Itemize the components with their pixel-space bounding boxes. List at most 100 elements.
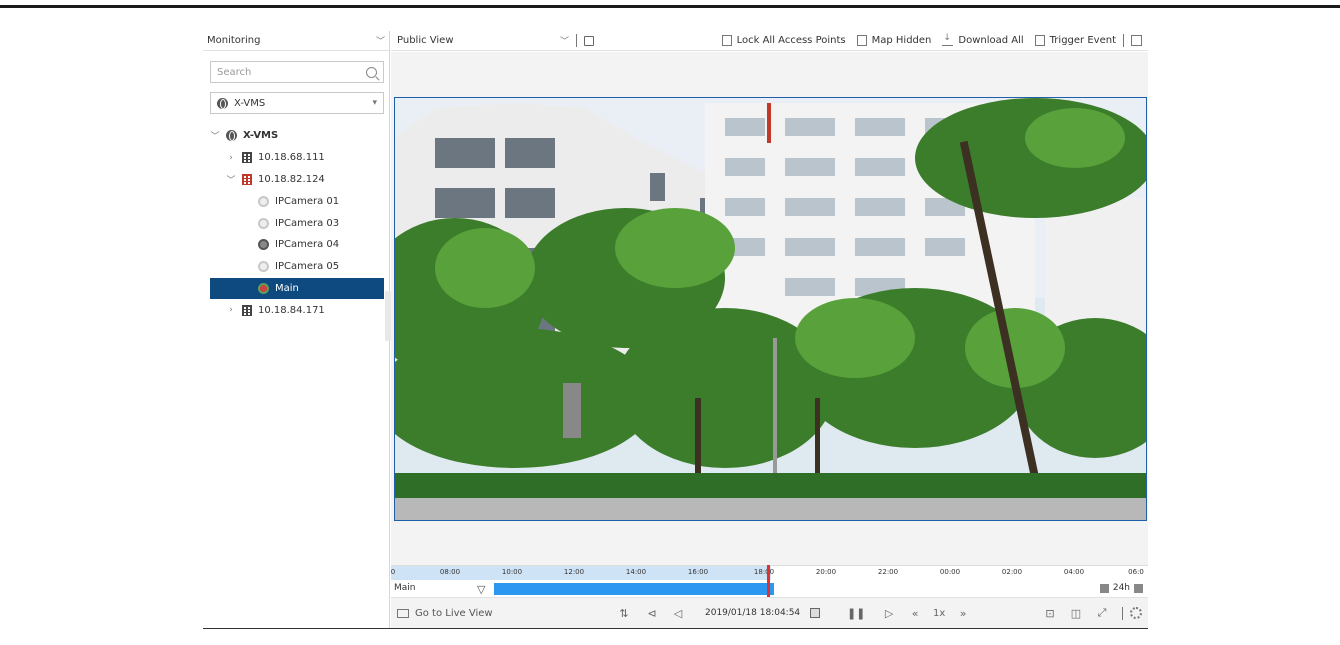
- timeline-tick: 12:00: [563, 568, 585, 576]
- playhead-cursor[interactable]: [767, 565, 770, 597]
- site-selector-label: X-VMS: [234, 97, 266, 109]
- tree-item-x-vms[interactable]: ﹀ X-VMS: [210, 125, 384, 147]
- divider: [576, 34, 577, 47]
- collapse-chevron-icon[interactable]: ﹀: [226, 173, 236, 186]
- tree-item-camera[interactable]: IPCamera 03: [210, 212, 384, 234]
- trigger-event-button[interactable]: Trigger Event: [1034, 35, 1116, 46]
- zoom-in-icon[interactable]: [1134, 583, 1143, 593]
- previous-frame-icon[interactable]: ⊲: [639, 607, 665, 620]
- site-selector[interactable]: X-VMS ▾: [210, 92, 384, 114]
- module-label: Monitoring: [207, 35, 261, 46]
- timeline-tick: 04:00: [1063, 568, 1085, 576]
- fullscreen-icon[interactable]: ⤢: [1089, 606, 1115, 620]
- download-icon: [942, 33, 954, 46]
- map-icon: [856, 35, 867, 46]
- dropdown-arrow-icon: ▾: [372, 98, 377, 108]
- track-camera-label: Main: [394, 583, 416, 593]
- tree-item-label: IPCamera 01: [275, 195, 340, 207]
- expand-chevron-icon[interactable]: ›: [226, 153, 236, 163]
- tree-item-label: IPCamera 04: [275, 239, 340, 251]
- camera-offline-icon: [258, 261, 269, 273]
- filter-icon[interactable]: ▽: [477, 583, 485, 596]
- server-icon: [242, 152, 252, 164]
- lock-icon: [721, 35, 732, 46]
- lock-access-points-button[interactable]: Lock All Access Points: [721, 35, 846, 46]
- timeline-tick: 08:00: [439, 568, 461, 576]
- timeline-span-label: 24h: [1112, 583, 1130, 593]
- chevron-down-icon: ﹀: [559, 37, 569, 47]
- search-icon[interactable]: [366, 66, 377, 78]
- tree-item-camera[interactable]: IPCamera 01: [210, 190, 384, 212]
- go-to-live-button[interactable]: Go to Live View: [397, 608, 609, 619]
- camera-online-icon: [258, 239, 269, 251]
- tree-item-camera[interactable]: IPCamera 04: [210, 234, 384, 256]
- timeline[interactable]: 0 08:00 10:00 12:00 14:00 16:00 18:00 20…: [391, 565, 1148, 597]
- timeline-tick: 0: [390, 568, 396, 576]
- server-alert-icon: [242, 173, 252, 185]
- download-all-button[interactable]: Download All: [942, 33, 1024, 46]
- speed-up-icon[interactable]: »: [948, 607, 978, 620]
- timeline-tick: 22:00: [877, 568, 899, 576]
- timeline-tick: 16:00: [687, 568, 709, 576]
- playback-controls: Go to Live View ⇅ ⊲ ◁ 2019/01/18 18:04:5…: [391, 597, 1148, 628]
- collapse-chevron-icon[interactable]: ﹀: [210, 129, 220, 142]
- tree-item-server[interactable]: › 10.18.84.171: [210, 299, 384, 321]
- trigger-event-icon: [1034, 35, 1045, 46]
- tree-item-label: Main: [275, 282, 299, 294]
- view-selector[interactable]: Public View ﹀: [397, 34, 569, 47]
- timeline-tick: 00:00: [939, 568, 961, 576]
- layout-icon[interactable]: ◫: [1063, 607, 1089, 620]
- sync-icon[interactable]: ⇅: [609, 607, 639, 620]
- app-frame: Monitoring ﹀ Search X-VMS ▾ ﹀ X-VMS › 10…: [203, 31, 1148, 629]
- camera-offline-icon: [258, 195, 269, 207]
- live-view-icon: [397, 608, 409, 618]
- top-divider: [0, 5, 1340, 8]
- recording-segment[interactable]: [494, 583, 774, 595]
- pause-icon[interactable]: ❚❚: [834, 607, 878, 620]
- save-icon[interactable]: [584, 35, 594, 46]
- tree-item-server[interactable]: ﹀ 10.18.82.124: [210, 169, 384, 191]
- tree-item-label: 10.18.84.171: [258, 304, 325, 316]
- download-all-label: Download All: [958, 35, 1024, 46]
- lock-access-points-label: Lock All Access Points: [736, 35, 846, 46]
- trigger-event-label: Trigger Event: [1049, 35, 1116, 46]
- tree-item-label: IPCamera 05: [275, 261, 340, 273]
- tree-item-label: 10.18.68.111: [258, 152, 325, 164]
- timeline-tick: 02:00: [1001, 568, 1023, 576]
- tree-item-label: X-VMS: [243, 130, 279, 142]
- map-toggle-label: Map Hidden: [871, 35, 932, 46]
- timeline-tick: 10:00: [501, 568, 523, 576]
- module-selector[interactable]: Monitoring ﹀: [203, 31, 389, 51]
- next-frame-icon[interactable]: ▷: [878, 607, 900, 620]
- search-placeholder: Search: [217, 66, 252, 78]
- map-toggle-button[interactable]: Map Hidden: [856, 35, 932, 46]
- expand-chevron-icon[interactable]: ›: [226, 305, 236, 315]
- view-selector-label: Public View: [397, 35, 454, 46]
- timeline-tick: 06:0: [1128, 568, 1144, 576]
- globe-icon: [226, 130, 237, 142]
- timeline-tick: 20:00: [815, 568, 837, 576]
- tree-item-camera[interactable]: IPCamera 05: [210, 256, 384, 278]
- resource-tree: ﹀ X-VMS › 10.18.68.111 ﹀ 10.18.82.124 IP…: [210, 125, 384, 321]
- tree-item-server[interactable]: › 10.18.68.111: [210, 147, 384, 169]
- server-icon: [242, 304, 252, 316]
- playback-datetime[interactable]: 2019/01/18 18:04:54: [705, 608, 800, 618]
- go-to-live-label: Go to Live View: [415, 607, 493, 619]
- search-input[interactable]: Search: [210, 61, 384, 83]
- globe-icon: [217, 97, 228, 109]
- calendar-icon[interactable]: [810, 608, 821, 618]
- view-toolbar: Public View ﹀ Lock All Access Points Map…: [391, 31, 1148, 51]
- video-tile[interactable]: [394, 97, 1147, 521]
- tree-item-camera-selected[interactable]: Main: [210, 277, 384, 300]
- timeline-span-control: 24h: [1099, 583, 1143, 593]
- external-window-icon[interactable]: [1131, 35, 1142, 46]
- camera-main-icon: [258, 282, 269, 294]
- slow-down-icon[interactable]: «: [900, 607, 930, 620]
- clip-icon[interactable]: ⊡: [1037, 607, 1063, 620]
- divider: [1123, 34, 1124, 47]
- camera-offline-icon: [258, 217, 269, 229]
- zoom-out-icon[interactable]: [1099, 583, 1109, 593]
- settings-gear-icon[interactable]: [1130, 607, 1142, 619]
- reverse-play-icon[interactable]: ◁: [665, 607, 691, 620]
- speed-label: 1x: [933, 607, 946, 619]
